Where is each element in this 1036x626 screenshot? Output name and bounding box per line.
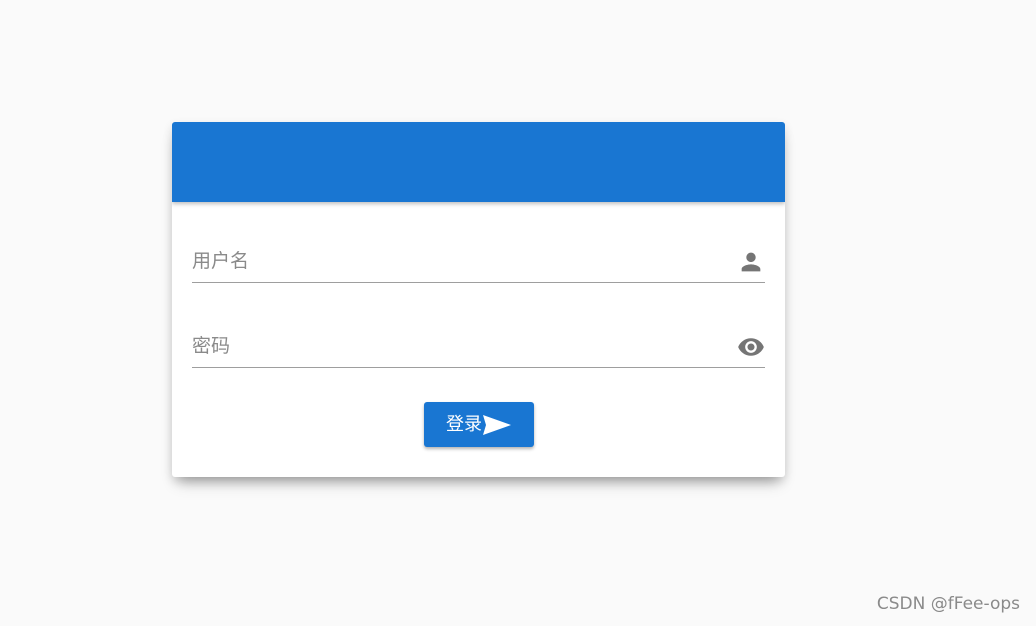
send-icon [483,414,511,435]
login-button[interactable]: 登录 [424,402,534,447]
password-field [192,327,765,368]
login-card: 登录 [172,122,785,477]
username-input[interactable] [192,242,712,280]
password-input[interactable] [192,327,712,365]
login-button-label: 登录 [446,413,482,435]
eye-icon[interactable] [737,333,765,361]
card-header [172,122,785,202]
username-field [192,242,765,283]
person-icon [741,252,761,272]
watermark: CSDN @fFee-ops [876,594,1020,614]
